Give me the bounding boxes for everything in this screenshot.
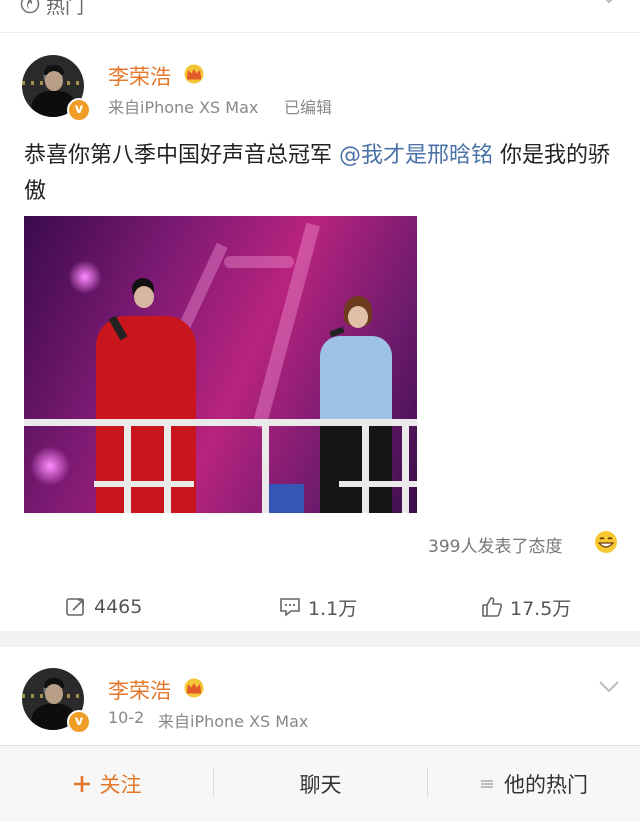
repost-icon (66, 598, 84, 616)
repost-count: 4465 (94, 596, 143, 618)
weibo-post-card-2: v 李荣浩 10-2 来自iPhone XS Max (0, 647, 640, 745)
repost-button[interactable]: 4465 (64, 583, 142, 631)
chevron-down-icon[interactable] (598, 0, 620, 8)
his-hot-label: 他的热门 (504, 772, 588, 797)
grin-emoji-icon[interactable] (594, 530, 618, 554)
post-text-part-1: 恭喜你第八季中国好声音总冠军 (24, 143, 339, 168)
edited-label: 已编辑 (284, 98, 333, 117)
crown-icon (184, 64, 204, 84)
comment-button[interactable]: 1.1万 (278, 583, 357, 631)
post-source: 来自iPhone XS Max (158, 712, 309, 731)
comment-count: 1.1万 (308, 597, 358, 620)
his-hot-button[interactable]: 他的热门 (428, 746, 640, 821)
fire-icon (20, 0, 40, 14)
chat-button[interactable]: 聊天 (214, 746, 427, 821)
follow-label: 关注 (99, 772, 142, 797)
post-date: 10-2 (108, 708, 145, 727)
mention-link[interactable]: @我才是邢晗铭 (339, 143, 493, 168)
verified-badge-icon: v (67, 710, 91, 734)
verified-badge-icon: v (67, 98, 91, 122)
reactions-count[interactable]: 399人发表了态度 (428, 532, 562, 557)
like-icon (482, 597, 502, 617)
post-text: 恭喜你第八季中国好声音总冠军 @我才是邢晗铭 你是我的骄傲 (24, 138, 619, 210)
chevron-down-icon[interactable] (598, 677, 620, 697)
like-count: 17.5万 (510, 597, 572, 620)
post-action-bar: 4465 1.1万 17.5万 (0, 583, 640, 631)
chat-label: 聊天 (299, 772, 342, 797)
crown-icon (184, 678, 204, 698)
hot-filter-strip[interactable]: 热门 (0, 0, 640, 33)
weibo-post-card: v 李荣浩 来自iPhone XS Max 已编辑 恭喜你第八季中国好声音总冠军… (0, 33, 640, 631)
comment-icon (280, 598, 300, 617)
author-name[interactable]: 李荣浩 (108, 675, 171, 705)
author-name[interactable]: 李荣浩 (108, 61, 171, 91)
post-source: 来自iPhone XS Max (108, 98, 259, 117)
like-button[interactable]: 17.5万 (480, 583, 571, 631)
plus-icon (73, 775, 90, 792)
bottom-action-bar: 关注 聊天 他的热门 (0, 745, 640, 821)
menu-lines-icon (481, 779, 493, 788)
hot-label: 热门 (46, 0, 85, 18)
post-photo[interactable] (24, 216, 417, 513)
follow-button[interactable]: 关注 (0, 746, 213, 821)
